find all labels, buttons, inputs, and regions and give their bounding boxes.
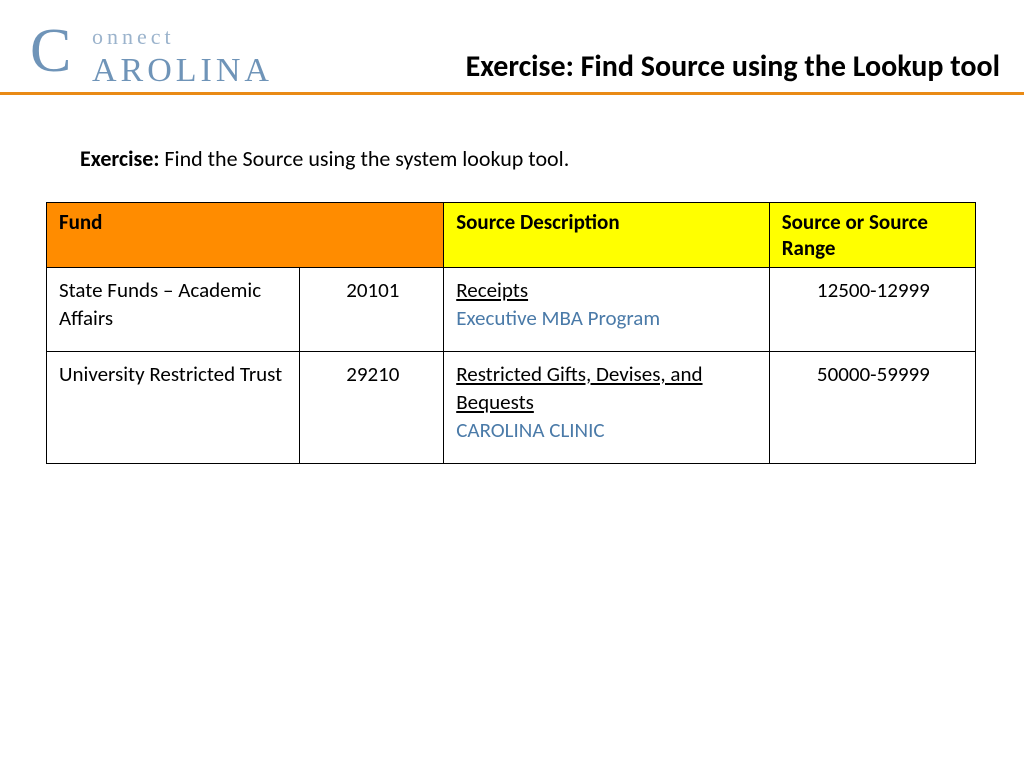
cell-fund-code: 20101 — [300, 268, 444, 352]
table-header-row: Fund Source Description Source or Source… — [47, 203, 976, 268]
page-title: Exercise: Find Source using the Lookup t… — [466, 48, 1000, 85]
cell-fund-name: State Funds – Academic Affairs — [47, 268, 300, 352]
col-source-range: Source or Source Range — [769, 203, 975, 268]
exercise-text: Find the Source using the system lookup … — [159, 145, 569, 172]
exercise-line: Exercise: Find the Source using the syst… — [80, 145, 978, 172]
col-source-description: Source Description — [444, 203, 770, 268]
exercise-label: Exercise: — [80, 145, 159, 172]
body: Exercise: Find the Source using the syst… — [0, 95, 1024, 464]
lookup-table: Fund Source Description Source or Source… — [46, 202, 976, 464]
cell-source-description: Restricted Gifts, Devises, and Bequests … — [444, 351, 770, 463]
logo-letter-c: C — [30, 20, 75, 82]
desc-underline: Receipts — [456, 277, 528, 303]
desc-underline: Restricted Gifts, Devises, and Bequests — [456, 361, 702, 415]
table-row: State Funds – Academic Affairs 20101 Rec… — [47, 268, 976, 352]
cell-source-description: Receipts Executive MBA Program — [444, 268, 770, 352]
logo: C onnect AROLINA — [30, 22, 75, 84]
cell-source-range: 12500-12999 — [769, 268, 975, 352]
cell-source-range: 50000-59999 — [769, 351, 975, 463]
cell-fund-name: University Restricted Trust — [47, 351, 300, 463]
desc-blue: Executive MBA Program — [456, 305, 660, 331]
logo-word-arolina: AROLINA — [92, 54, 273, 88]
logo-word-onnect: onnect — [92, 26, 175, 48]
cell-fund-code: 29210 — [300, 351, 444, 463]
desc-blue: CAROLINA CLINIC — [456, 417, 604, 443]
table-row: University Restricted Trust 29210 Restri… — [47, 351, 976, 463]
header: C onnect AROLINA Exercise: Find Source u… — [0, 0, 1024, 95]
col-fund: Fund — [47, 203, 444, 268]
